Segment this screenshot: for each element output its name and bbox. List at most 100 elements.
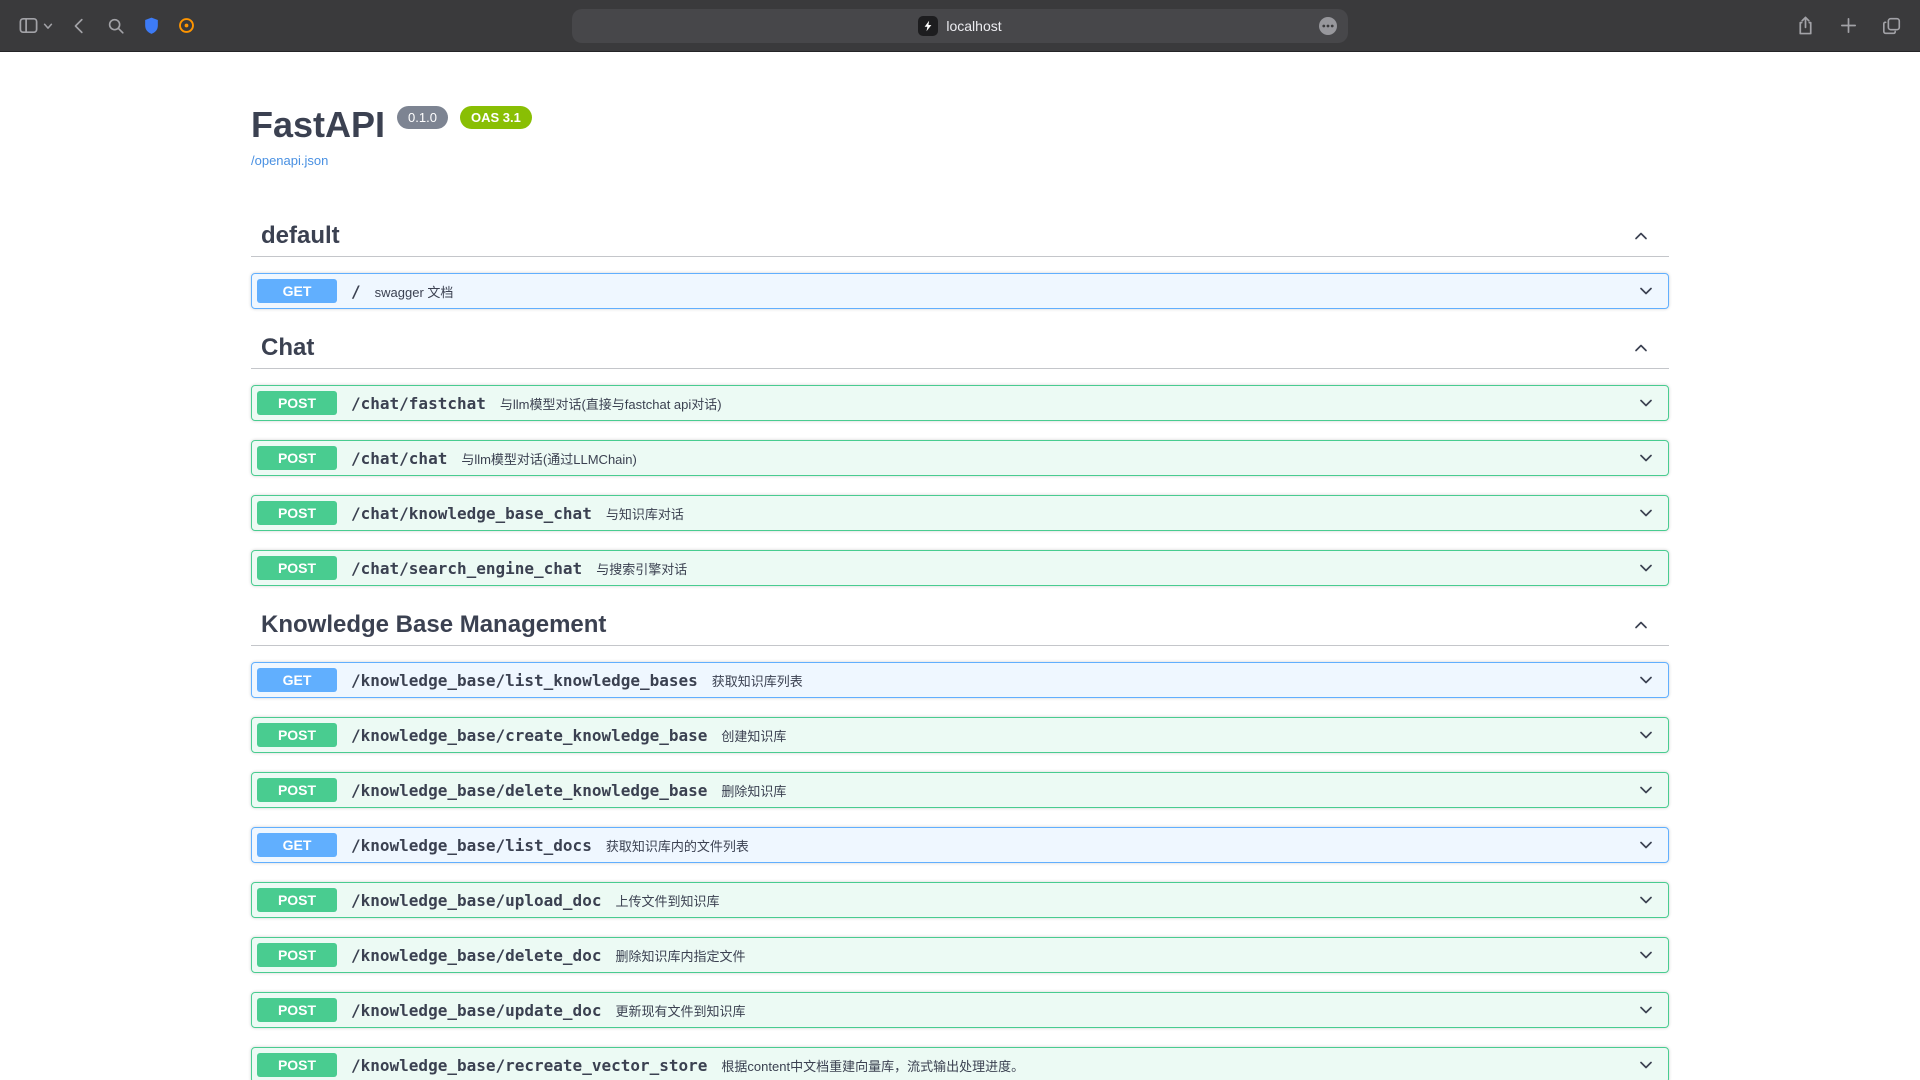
share-icon — [1796, 15, 1815, 36]
operation-path: /chat/fastchat — [351, 394, 486, 413]
operation-description: 与llm模型对话(直接与fastchat api对话) — [500, 394, 722, 413]
operation-description: 与知识库对话 — [606, 504, 684, 523]
orange-extension-button[interactable] — [177, 16, 196, 35]
expand-operation-button[interactable] — [1636, 835, 1656, 855]
more-options-icon — [1317, 15, 1339, 37]
chevron-down-icon — [1636, 393, 1656, 413]
method-badge: POST — [257, 391, 337, 415]
chevron-down-icon — [1636, 780, 1656, 800]
expand-operation-button[interactable] — [1636, 780, 1656, 800]
section-title: Chat — [261, 334, 314, 362]
operation-path: /knowledge_base/create_knowledge_base — [351, 726, 707, 745]
operation-row[interactable]: POST /chat/chat 与llm模型对话(通过LLMChain) — [251, 440, 1669, 476]
method-badge: POST — [257, 501, 337, 525]
method-badge: GET — [257, 279, 337, 303]
operation-description: 更新现有文件到知识库 — [615, 1001, 745, 1020]
share-button[interactable] — [1796, 15, 1815, 36]
sidebar-menu-button[interactable] — [42, 20, 54, 32]
tab-overview-button[interactable] — [1882, 16, 1902, 36]
operation-row[interactable]: POST /knowledge_base/delete_knowledge_ba… — [251, 772, 1669, 808]
operation-row[interactable]: POST /knowledge_base/recreate_vector_sto… — [251, 1047, 1669, 1080]
chevron-up-icon — [1631, 226, 1651, 246]
operation-path: /knowledge_base/recreate_vector_store — [351, 1056, 707, 1075]
expand-operation-button[interactable] — [1636, 503, 1656, 523]
method-badge: POST — [257, 778, 337, 802]
method-badge: POST — [257, 1053, 337, 1077]
expand-operation-button[interactable] — [1636, 670, 1656, 690]
operation-row[interactable]: POST /knowledge_base/create_knowledge_ba… — [251, 717, 1669, 753]
sidebar-toggle-button[interactable] — [18, 15, 39, 36]
chevron-down-icon — [1636, 890, 1656, 910]
collapse-section-button[interactable] — [1631, 226, 1651, 246]
chevron-down-icon — [42, 20, 54, 32]
operation-description: 获取知识库列表 — [712, 671, 803, 690]
section-operations: POST /chat/fastchat 与llm模型对话(直接与fastchat… — [251, 385, 1669, 586]
openapi-spec-link[interactable]: /openapi.json — [251, 153, 328, 168]
operation-path: /knowledge_base/upload_doc — [351, 891, 601, 910]
address-bar[interactable]: localhost — [572, 9, 1348, 43]
collapse-section-button[interactable] — [1631, 338, 1651, 358]
operation-row[interactable]: GET /knowledge_base/list_knowledge_bases… — [251, 662, 1669, 698]
section-header[interactable]: Knowledge Base Management — [251, 605, 1669, 646]
expand-operation-button[interactable] — [1636, 725, 1656, 745]
method-badge: POST — [257, 556, 337, 580]
section-header[interactable]: default — [251, 216, 1669, 257]
chevron-down-icon — [1636, 503, 1656, 523]
section-header[interactable]: Chat — [251, 328, 1669, 369]
api-section: default GET / swagger 文档 — [251, 216, 1669, 309]
chevron-down-icon — [1636, 448, 1656, 468]
expand-operation-button[interactable] — [1636, 393, 1656, 413]
page-title: FastAPI — [251, 104, 385, 145]
browser-toolbar: localhost — [0, 0, 1920, 52]
new-tab-button[interactable] — [1839, 16, 1858, 35]
method-badge: POST — [257, 723, 337, 747]
api-section: Chat POST /chat/fastchat 与llm模型对话(直接与fas… — [251, 328, 1669, 586]
operation-row[interactable]: GET /knowledge_base/list_docs 获取知识库内的文件列… — [251, 827, 1669, 863]
sidebar-toggle-icon — [18, 15, 39, 36]
expand-operation-button[interactable] — [1636, 945, 1656, 965]
method-badge: POST — [257, 446, 337, 470]
api-section: Knowledge Base Management GET /knowledge… — [251, 605, 1669, 1080]
operation-row[interactable]: POST /knowledge_base/upload_doc 上传文件到知识库 — [251, 882, 1669, 918]
operation-path: /knowledge_base/delete_knowledge_base — [351, 781, 707, 800]
orange-extension-icon — [177, 16, 196, 35]
page-more-options-button[interactable] — [1317, 15, 1339, 37]
expand-operation-button[interactable] — [1636, 448, 1656, 468]
back-button[interactable] — [70, 16, 90, 36]
operation-path: /knowledge_base/list_docs — [351, 836, 592, 855]
operation-path: /knowledge_base/update_doc — [351, 1001, 601, 1020]
method-badge: POST — [257, 998, 337, 1022]
swagger-ui: FastAPI 0.1.0 OAS 3.1 /openapi.json defa… — [251, 104, 1669, 1080]
chevron-down-icon — [1636, 945, 1656, 965]
api-sections: default GET / swagger 文档 Chat POST /chat… — [251, 216, 1669, 1080]
api-info: FastAPI 0.1.0 OAS 3.1 /openapi.json — [251, 104, 1669, 170]
operation-path: /knowledge_base/list_knowledge_bases — [351, 671, 698, 690]
search-button[interactable] — [106, 16, 126, 36]
new-tab-icon — [1839, 16, 1858, 35]
expand-operation-button[interactable] — [1636, 890, 1656, 910]
collapse-section-button[interactable] — [1631, 615, 1651, 635]
oas-badge: OAS 3.1 — [460, 106, 532, 129]
operation-row[interactable]: POST /chat/search_engine_chat 与搜索引擎对话 — [251, 550, 1669, 586]
operation-row[interactable]: POST /knowledge_base/delete_doc 删除知识库内指定… — [251, 937, 1669, 973]
expand-operation-button[interactable] — [1636, 558, 1656, 578]
operation-description: 与llm模型对话(通过LLMChain) — [461, 449, 637, 468]
url-text: localhost — [946, 18, 1001, 34]
operation-row[interactable]: GET / swagger 文档 — [251, 273, 1669, 309]
chevron-up-icon — [1631, 338, 1651, 358]
method-badge: POST — [257, 888, 337, 912]
section-operations: GET / swagger 文档 — [251, 273, 1669, 309]
page-body: FastAPI 0.1.0 OAS 3.1 /openapi.json defa… — [0, 52, 1920, 1080]
operation-row[interactable]: POST /chat/fastchat 与llm模型对话(直接与fastchat… — [251, 385, 1669, 421]
expand-operation-button[interactable] — [1636, 281, 1656, 301]
blue-extension-button[interactable] — [142, 16, 161, 35]
operation-row[interactable]: POST /chat/knowledge_base_chat 与知识库对话 — [251, 495, 1669, 531]
expand-operation-button[interactable] — [1636, 1000, 1656, 1020]
chevron-down-icon — [1636, 835, 1656, 855]
operation-description: swagger 文档 — [375, 282, 454, 301]
chevron-down-icon — [1636, 725, 1656, 745]
operation-row[interactable]: POST /knowledge_base/update_doc 更新现有文件到知… — [251, 992, 1669, 1028]
operation-path: /knowledge_base/delete_doc — [351, 946, 601, 965]
expand-operation-button[interactable] — [1636, 1055, 1656, 1075]
operation-description: 创建知识库 — [721, 726, 786, 745]
